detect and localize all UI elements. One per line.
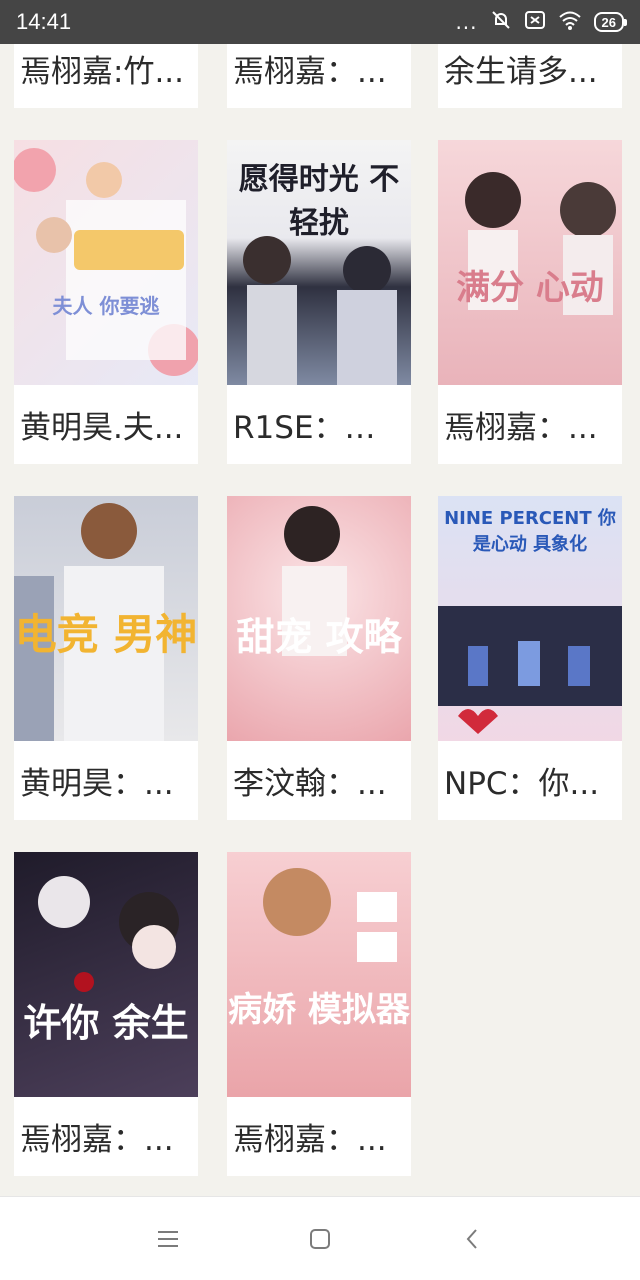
cover-text: 电竞 男神	[14, 610, 198, 659]
more-dots-icon: ...	[455, 10, 478, 34]
book-card-partial[interactable]: 余生请多...	[438, 44, 622, 108]
book-card[interactable]: 电竞 男神 黄明昊：...	[14, 496, 198, 820]
system-nav-bar	[0, 1196, 640, 1280]
cover-text: 夫人 你要逃	[52, 294, 160, 318]
book-title: 黄明昊：...	[20, 766, 174, 802]
home-icon[interactable]	[300, 1219, 340, 1259]
book-title: 李汶翰：...	[233, 766, 387, 802]
book-card[interactable]: 夫人 你要逃 黄明昊.夫...	[14, 140, 198, 464]
book-title: NPC：你...	[444, 766, 600, 802]
book-title: 焉栩嘉：...	[444, 410, 598, 446]
book-title: 余生请多...	[444, 54, 598, 90]
book-card[interactable]: 许你 余生 焉栩嘉：...	[14, 852, 198, 1176]
status-bar: 14:41 ... 26	[0, 0, 640, 44]
status-icons: ... 26	[455, 9, 628, 35]
book-card[interactable]: 愿得时光 不轻扰 R1SE：愿...	[227, 140, 411, 464]
book-card-partial[interactable]: 焉栩嘉:竹...	[14, 44, 198, 108]
mute-icon	[490, 9, 512, 35]
book-card[interactable]: 满分 心动 焉栩嘉：...	[438, 140, 622, 464]
cover-text: 甜宠 攻略	[236, 614, 402, 659]
book-cover[interactable]: 愿得时光 不轻扰	[227, 140, 411, 385]
menu-icon[interactable]	[148, 1219, 188, 1259]
back-icon[interactable]	[452, 1219, 492, 1259]
book-card[interactable]: 甜宠 攻略 李汶翰：...	[227, 496, 411, 820]
book-cover[interactable]: 许你 余生	[14, 852, 198, 1097]
book-title: 焉栩嘉：...	[233, 1122, 387, 1158]
status-time: 14:41	[16, 9, 72, 34]
book-card[interactable]: 病娇 模拟器 焉栩嘉：...	[227, 852, 411, 1176]
battery-icon: 26	[593, 12, 628, 32]
cover-text: NINE PERCENT 你是心动 具象化	[444, 508, 616, 555]
cover-text: 许你 余生	[23, 1000, 189, 1045]
book-title: R1SE：愿...	[233, 410, 406, 446]
book-cover[interactable]: 电竞 男神	[14, 496, 198, 741]
cover-text: 满分 心动	[456, 268, 604, 308]
book-cover[interactable]: NINE PERCENT 你是心动 具象化	[438, 496, 622, 741]
book-title: 焉栩嘉：...	[20, 1122, 174, 1158]
battery-level: 26	[601, 14, 616, 30]
no-sim-icon	[524, 9, 546, 35]
wifi-icon	[558, 9, 582, 35]
book-cover[interactable]: 甜宠 攻略	[227, 496, 411, 741]
cover-text: 病娇 模拟器	[228, 990, 410, 1030]
book-card[interactable]: NINE PERCENT 你是心动 具象化 NPC：你...	[438, 496, 622, 820]
book-cover[interactable]: 夫人 你要逃	[14, 140, 198, 385]
book-title: 黄明昊.夫...	[20, 410, 184, 446]
cover-text: 愿得时光 不轻扰	[238, 162, 400, 241]
book-title: 焉栩嘉：...	[233, 54, 387, 90]
book-card-partial[interactable]: 焉栩嘉：...	[227, 44, 411, 108]
book-cover[interactable]: 病娇 模拟器	[227, 852, 411, 1097]
book-title: 焉栩嘉:竹...	[20, 54, 185, 90]
book-cover[interactable]: 满分 心动	[438, 140, 622, 385]
